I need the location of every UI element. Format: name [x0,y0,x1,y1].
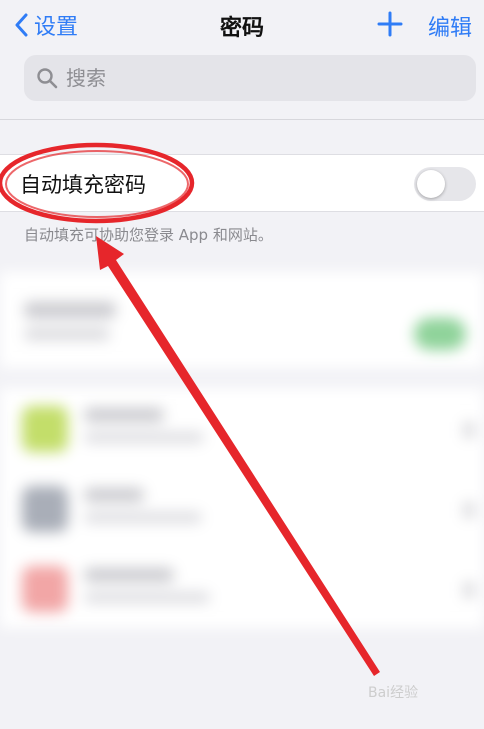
autofill-footer-note: 自动填充可协助您登录 App 和网站。 [24,226,273,244]
blurred-placeholder [84,568,174,582]
edit-button[interactable]: 编辑 [428,10,472,42]
chevron-right-icon [464,422,474,438]
chevron-right-icon [464,502,474,518]
back-button-label: 设置 [34,15,79,40]
divider [0,119,484,120]
blurred-placeholder [24,302,116,318]
blurred-placeholder [24,328,110,340]
blurred-placeholder [84,512,202,523]
back-button[interactable]: 设置 [14,8,78,42]
blurred-card [0,272,484,368]
watermark: Bai经验 [368,685,419,701]
blurred-content [0,252,484,729]
blurred-app-icon [22,406,68,452]
plus-icon [377,11,403,37]
search-input[interactable] [64,65,448,91]
blurred-list [0,388,484,628]
add-password-button[interactable] [374,6,406,42]
blurred-placeholder [84,432,204,443]
autofill-passwords-row: 自动填充密码 [0,154,484,212]
navigation-bar: 设置 密码 编辑 [0,0,484,50]
blurred-placeholder [84,408,164,422]
autofill-passwords-label: 自动填充密码 [20,173,146,197]
autofill-passwords-toggle[interactable] [414,167,476,201]
blurred-placeholder [84,592,210,603]
blurred-toggle [414,318,466,350]
search-bar[interactable] [24,55,476,101]
blurred-app-icon [22,486,68,532]
chevron-right-icon [464,582,474,598]
search-icon [37,68,58,89]
toggle-knob [417,170,445,198]
blurred-placeholder [84,488,144,502]
blurred-app-icon [22,566,68,612]
chevron-left-icon [15,13,28,37]
